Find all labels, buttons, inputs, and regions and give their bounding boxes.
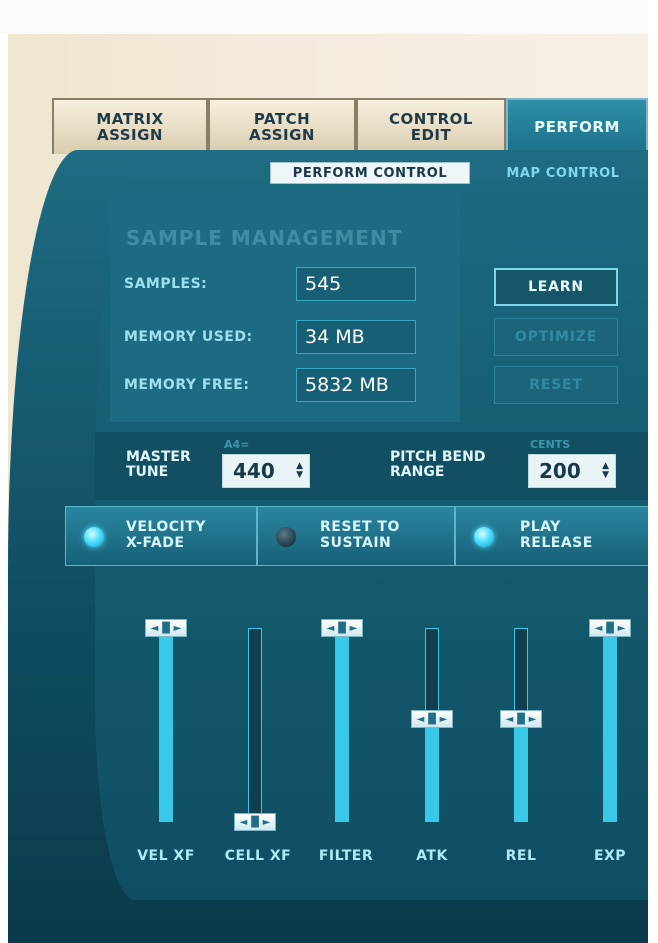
master-tune-label: MASTER TUNE <box>126 449 191 480</box>
led-on-icon <box>474 527 494 547</box>
master-tune-hint: A4= <box>224 438 250 451</box>
sample-management-title: SAMPLE MANAGEMENT <box>126 226 403 250</box>
memory-free-field: 5832 MB <box>296 368 416 402</box>
reset-to-sustain-toggle[interactable]: RESET TO SUSTAIN <box>257 506 455 566</box>
fader-label-cell-xf: CELL XF <box>224 848 292 864</box>
samples-value-field: 545 <box>296 267 416 301</box>
fader-handle[interactable]: ◄▐▌► <box>321 619 363 637</box>
main-tab-bar: MATRIX ASSIGN PATCH ASSIGN CONTROL EDIT … <box>52 98 658 158</box>
velocity-xfade-toggle[interactable]: VELOCITY X-FADE <box>65 506 257 566</box>
fader-fill <box>426 719 438 821</box>
memory-used-field: 34 MB <box>296 320 416 354</box>
window-right-edge <box>648 0 658 943</box>
grip-arrows-icon: ◄▐▌► <box>505 713 537 725</box>
subtab-map-control-label: MAP CONTROL <box>506 165 620 181</box>
tab-control-edit-label: CONTROL EDIT <box>389 110 473 144</box>
fader-handle[interactable]: ◄▐▌► <box>589 619 631 637</box>
tab-perform-label: PERFORM <box>534 118 620 136</box>
fader-label-atk: ATK <box>416 848 448 864</box>
velocity-xfade-label: VELOCITY X-FADE <box>126 519 206 551</box>
fader-fill <box>604 629 616 821</box>
fader-label-filter: FILTER <box>318 848 374 864</box>
pitch-bend-range-value: 200 <box>539 459 581 483</box>
play-release-label: PLAY RELEASE <box>520 519 593 551</box>
master-tune-value: 440 <box>233 459 275 483</box>
samples-label: SAMPLES: <box>124 276 208 292</box>
tab-matrix-assign[interactable]: MATRIX ASSIGN <box>52 98 208 154</box>
pitch-bend-hint: CENTS <box>530 438 571 451</box>
tab-patch-assign-label: PATCH ASSIGN <box>249 110 315 144</box>
samples-value: 545 <box>305 273 342 295</box>
fader-track[interactable] <box>335 628 349 822</box>
tab-control-edit[interactable]: CONTROL EDIT <box>356 98 506 154</box>
fader-label-vel-xf: VEL XF <box>137 848 195 864</box>
master-tune-spinbox[interactable]: 440 ▲ ▼ <box>222 454 310 488</box>
spin-arrows-icon[interactable]: ▲ ▼ <box>602 462 609 480</box>
grip-arrows-icon: ◄▐▌► <box>326 622 358 634</box>
grip-arrows-icon: ◄▐▌► <box>594 622 626 634</box>
tab-patch-assign[interactable]: PATCH ASSIGN <box>208 98 356 154</box>
fader-label-exp: EXP <box>593 848 627 864</box>
window-top-strip <box>0 0 658 34</box>
fader-fill <box>515 719 527 821</box>
fader-handle[interactable]: ◄▐▌► <box>411 710 453 729</box>
learn-button-label: LEARN <box>528 279 584 295</box>
memory-free-value: 5832 MB <box>305 374 389 396</box>
spin-arrows-icon[interactable]: ▲ ▼ <box>296 462 303 480</box>
subtab-map-control[interactable]: MAP CONTROL <box>478 162 648 184</box>
led-on-icon <box>84 527 104 547</box>
reset-to-sustain-label: RESET TO SUSTAIN <box>320 519 400 551</box>
play-release-toggle[interactable]: PLAY RELEASE <box>455 506 658 566</box>
fader-fill <box>336 629 348 821</box>
fader-track[interactable] <box>603 628 617 822</box>
subtab-perform-control[interactable]: PERFORM CONTROL <box>270 162 470 184</box>
optimize-button-label: OPTIMIZE <box>514 329 598 345</box>
grip-arrows-icon: ◄▐▌► <box>416 713 448 725</box>
pitch-bend-range-spinbox[interactable]: 200 ▲ ▼ <box>528 454 616 488</box>
toggle-row: VELOCITY X-FADE RESET TO SUSTAIN PLAY RE… <box>65 506 658 566</box>
learn-button[interactable]: LEARN <box>494 268 618 306</box>
tab-perform[interactable]: PERFORM <box>506 98 648 154</box>
fader-label-rel: REL <box>505 848 537 864</box>
grip-arrows-icon: ◄▐▌► <box>239 816 271 828</box>
optimize-button[interactable]: OPTIMIZE <box>494 318 618 356</box>
memory-used-value: 34 MB <box>305 326 365 348</box>
memory-used-label: MEMORY USED: <box>124 329 253 345</box>
tab-matrix-assign-label: MATRIX ASSIGN <box>96 110 164 144</box>
reset-button[interactable]: RESET <box>494 366 618 404</box>
reset-button-label: RESET <box>529 377 583 393</box>
fader-handle[interactable]: ◄▐▌► <box>234 813 276 831</box>
led-off-icon <box>276 527 296 547</box>
grip-arrows-icon: ◄▐▌► <box>150 622 182 634</box>
fader-fill <box>160 629 172 821</box>
subtab-perform-control-label: PERFORM CONTROL <box>292 165 448 181</box>
memory-free-label: MEMORY FREE: <box>124 377 250 393</box>
fader-handle[interactable]: ◄▐▌► <box>500 710 542 729</box>
fader-track[interactable] <box>159 628 173 822</box>
fader-handle[interactable]: ◄▐▌► <box>145 619 187 637</box>
pitch-bend-range-label: PITCH BEND RANGE <box>390 449 486 480</box>
fader-track[interactable] <box>248 628 262 822</box>
